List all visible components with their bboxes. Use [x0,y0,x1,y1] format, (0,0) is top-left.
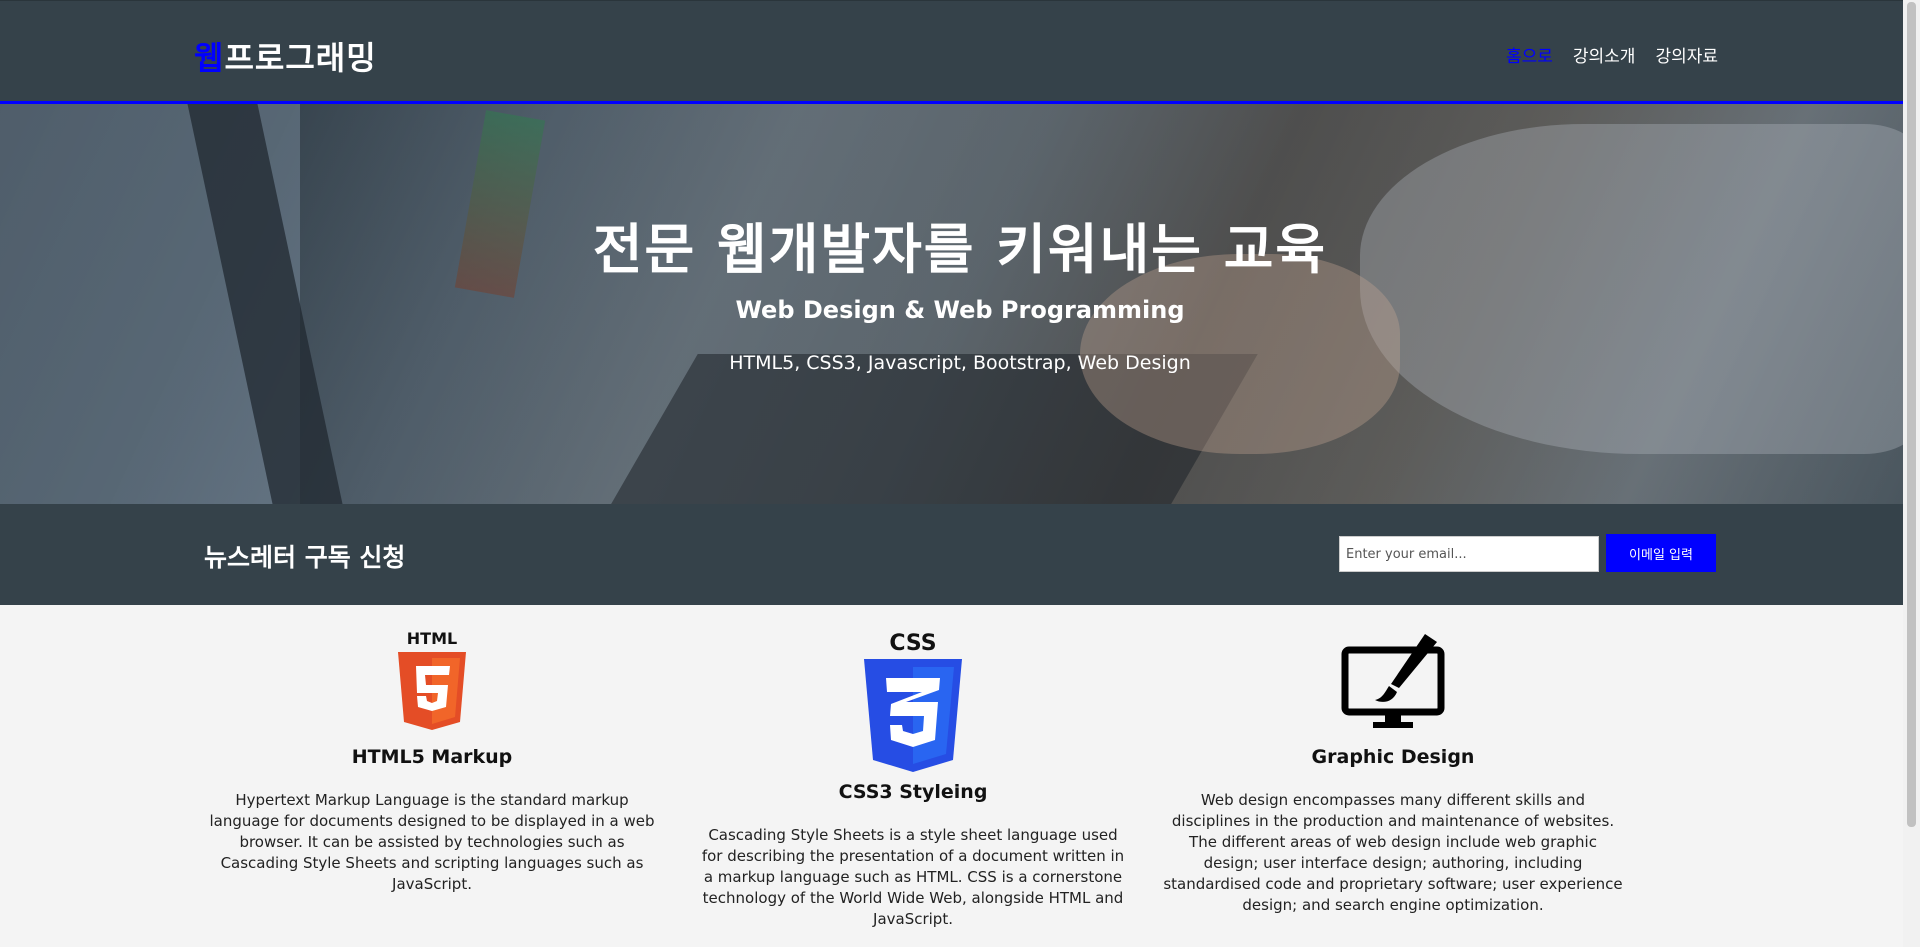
nav-link-home[interactable]: 홈으로 [1506,42,1553,67]
hero-subtitle: Web Design & Web Programming [735,296,1185,324]
hero-bg-sleeve [1360,124,1920,454]
feature-box-graphic-design: Graphic Design Web design encompasses ma… [1160,630,1626,916]
hero-showcase: 전문 웹개발자를 키워내는 교육 Web Design & Web Progra… [0,104,1920,504]
feature-box-css3: CSS CSS3 Styleing Cascading Style Sheets… [700,630,1126,930]
feature-text-graphic-design: Web design encompasses many different sk… [1163,791,1623,914]
feature-title-css3: CSS3 Styleing [838,781,988,803]
site-logo[interactable]: 웹프로그래밍 [194,33,377,79]
newsletter-submit-button[interactable]: 이메일 입력 [1606,534,1716,572]
feature-box-html5: HTML HTML5 Markup Hypertext Markup Langu… [204,630,660,895]
newsletter-email-input[interactable] [1339,536,1599,572]
css3-icon-label: CSS [889,631,936,656]
html5-icon: HTML [398,630,466,730]
feature-text-html5: Hypertext Markup Language is the standar… [209,791,655,893]
feature-text-css3: Cascading Style Sheets is a style sheet … [701,826,1125,928]
hero-description: HTML5, CSS3, Javascript, Bootstrap, Web … [729,352,1191,374]
html5-icon-label: HTML [407,630,457,648]
scrollbar-thumb[interactable] [1907,2,1916,827]
hero-title: 전문 웹개발자를 키워내는 교육 [592,218,1328,281]
logo-text: 프로그래밍 [224,39,377,77]
newsletter-section: 뉴스레터 구독 신청 이메일 입력 [0,504,1920,605]
nav-link-course-intro[interactable]: 강의소개 [1573,42,1636,67]
main-nav: 홈으로 강의소개 강의자료 [1506,42,1718,67]
nav-link-course-materials[interactable]: 강의자료 [1655,42,1718,67]
newsletter-title: 뉴스레터 구독 신청 [204,543,406,572]
logo-highlight: 웹 [194,39,225,77]
css3-icon: CSS [864,631,962,772]
site-header: 웹프로그래밍 홈으로 강의소개 강의자료 [0,0,1920,104]
feature-title-graphic-design: Graphic Design [1311,746,1475,768]
graphic-design-icon [1341,634,1445,728]
page-scrollbar[interactable] [1903,0,1920,947]
feature-title-html5: HTML5 Markup [351,746,513,768]
feature-boxes: HTML HTML5 Markup Hypertext Markup Langu… [0,605,1920,947]
